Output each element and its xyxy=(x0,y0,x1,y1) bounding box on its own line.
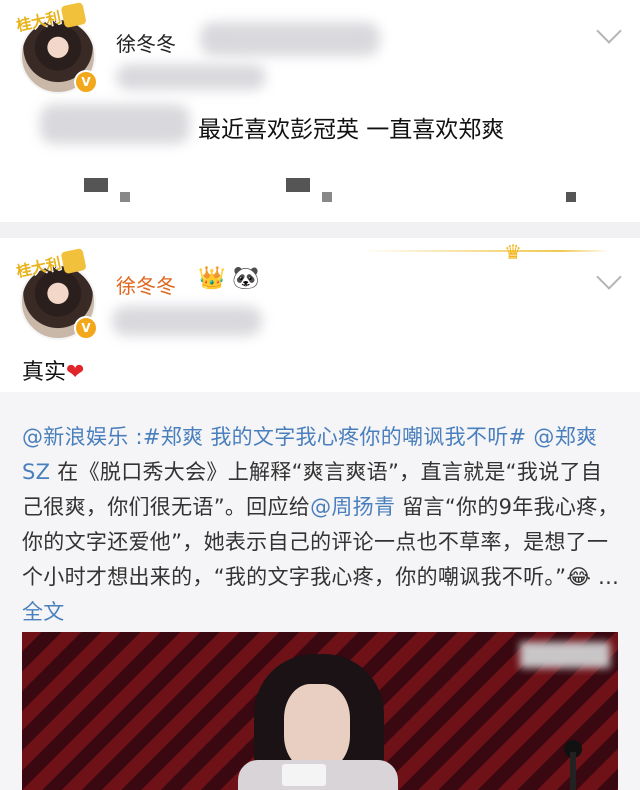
hashtag-link[interactable]: #郑爽 我的文字我心疼你的嘲讽我不听# xyxy=(143,425,527,449)
avatar-post-1[interactable]: 桂大利 V xyxy=(15,1,102,94)
person-face xyxy=(284,684,350,770)
repost-separator: : xyxy=(128,425,143,449)
cue-card xyxy=(282,764,326,786)
microphone-stand xyxy=(570,752,576,790)
post-divider xyxy=(0,222,640,238)
post-content: 真实❤ xyxy=(22,354,84,386)
header-crown-icon: ♛ xyxy=(504,240,522,264)
post-content: 最近喜欢彭冠英 一直喜欢郑爽 xyxy=(198,117,505,143)
header-gold-line xyxy=(360,250,610,252)
comment-icon[interactable] xyxy=(286,178,310,192)
watermark-redacted xyxy=(520,642,610,668)
redacted-area xyxy=(116,64,266,90)
heart-icon: ❤ xyxy=(66,360,85,385)
full-text-link[interactable]: 全文 xyxy=(22,600,65,624)
post-1: 桂大利 V 徐冬冬 最近喜欢彭冠英 一直喜欢郑爽 xyxy=(0,0,640,222)
redacted-area xyxy=(40,104,190,144)
username-post-1[interactable]: 徐冬冬 xyxy=(116,28,176,57)
repost-icon-small xyxy=(120,192,130,202)
repost-icon[interactable] xyxy=(84,178,108,192)
crown-badge-icon: 👑 xyxy=(198,266,226,291)
laugh-cry-emoji-icon: 😂 xyxy=(566,565,592,589)
ellipsis: ... xyxy=(591,565,620,589)
post-content-text: 真实 xyxy=(22,360,67,385)
mention-link[interactable]: @新浪娱乐 xyxy=(22,425,129,449)
verified-badge-icon: V xyxy=(74,70,98,94)
redacted-area xyxy=(200,22,380,56)
panda-icon: 🐼 xyxy=(232,266,260,291)
repost-text: @新浪娱乐 :#郑爽 我的文字我心疼你的嘲讽我不听# @郑爽SZ 在《脱口秀大会… xyxy=(22,420,622,630)
avatar-post-2[interactable]: 桂大利 V xyxy=(15,247,102,340)
username-post-2[interactable]: 徐冬冬 xyxy=(116,270,176,299)
verified-badge-icon: V xyxy=(74,316,98,340)
comment-icon-small xyxy=(322,192,332,202)
chevron-down-icon[interactable] xyxy=(596,18,622,44)
redacted-area xyxy=(112,306,262,336)
like-icon[interactable] xyxy=(566,192,576,202)
video-thumbnail[interactable] xyxy=(22,632,618,790)
mention-link[interactable]: @周扬青 xyxy=(310,495,395,519)
